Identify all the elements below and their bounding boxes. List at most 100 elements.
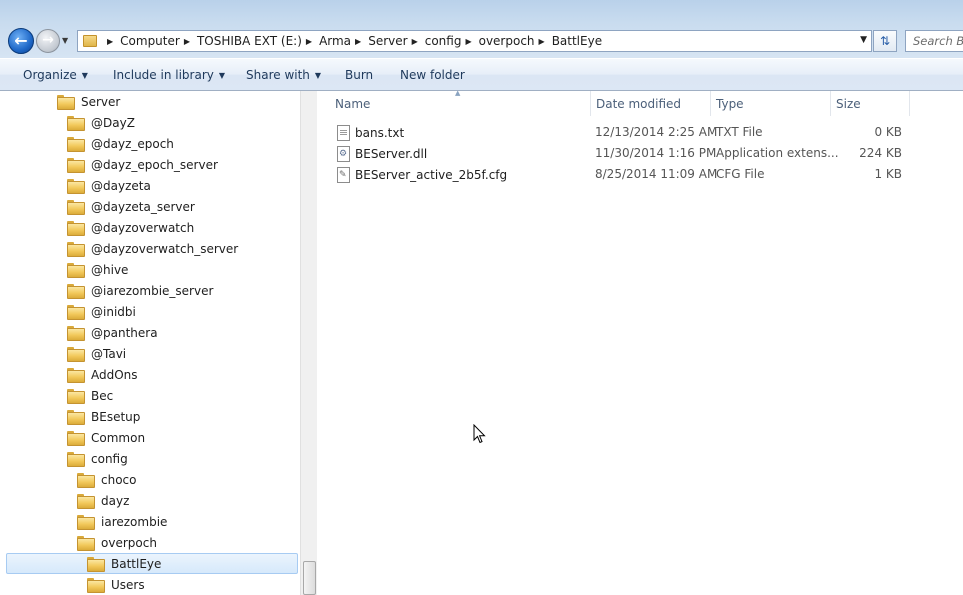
address-history-dropdown[interactable]: ▼	[860, 35, 867, 45]
breadcrumb-label[interactable]: Arma	[319, 34, 351, 48]
column-divider[interactable]	[909, 91, 910, 116]
folder-icon	[67, 389, 85, 404]
file-row[interactable]: BEServer.dll 11/30/2014 1:16 PM Applicat…	[337, 143, 907, 164]
tree-item[interactable]: @iarezombie_server	[67, 280, 213, 301]
tree-item[interactable]: @dayzoverwatch_server	[67, 238, 238, 259]
tree-item[interactable]: AddOns	[67, 364, 138, 385]
breadcrumb-computer[interactable]: ▶ Computer	[103, 31, 180, 51]
breadcrumb-arma[interactable]: ▶ Arma	[302, 31, 351, 51]
tree-item[interactable]: Server	[57, 91, 120, 112]
chevron-right-icon[interactable]: ▶	[412, 37, 418, 46]
back-button[interactable]: ←	[8, 28, 34, 54]
navigation-pane: Server @DayZ @dayz_epoch @dayz_epoch_ser…	[0, 91, 317, 595]
file-size: 0 KB	[874, 125, 902, 139]
tree-item-label: @dayzeta_server	[91, 199, 195, 214]
folder-icon	[67, 305, 85, 320]
column-divider[interactable]	[710, 91, 711, 116]
folder-icon	[67, 431, 85, 446]
new-folder-button[interactable]: New folder	[400, 68, 465, 82]
folder-icon	[87, 578, 105, 593]
search-box[interactable]	[905, 30, 963, 52]
tree-item-label: @dayzoverwatch_server	[91, 241, 239, 256]
forward-button[interactable]: →	[36, 29, 60, 53]
tree-item[interactable]: @Tavi	[67, 343, 126, 364]
tree-item[interactable]: Users	[87, 574, 145, 595]
organize-button[interactable]: Organize ▼	[23, 68, 88, 82]
file-type: Application extens...	[716, 146, 839, 160]
tree-item-selected[interactable]: BattlEye	[6, 553, 298, 574]
tree-item[interactable]: choco	[77, 469, 136, 490]
breadcrumb-label[interactable]: Server	[368, 34, 407, 48]
file-list-pane: ▲ Name Date modified Type Size bans.txt …	[318, 89, 963, 595]
tree-item[interactable]: @dayzoverwatch	[67, 217, 194, 238]
column-header-name[interactable]: Name	[335, 91, 590, 116]
folder-icon	[57, 95, 75, 110]
breadcrumb-label[interactable]: TOSHIBA EXT (E:)	[197, 34, 302, 48]
tree-item[interactable]: overpoch	[77, 532, 157, 553]
address-bar[interactable]: ▶ Computer ▶ TOSHIBA EXT (E:) ▶ Arma ▶ Serve…	[77, 30, 872, 52]
tree-item[interactable]: @dayzeta	[67, 175, 151, 196]
tree-item[interactable]: @inidbi	[67, 301, 136, 322]
file-date: 8/25/2014 11:09 AM	[595, 167, 718, 181]
chevron-right-icon[interactable]: ▶	[539, 37, 545, 46]
share-with-button[interactable]: Share with ▼	[246, 68, 321, 82]
column-header-size[interactable]: Size	[836, 91, 906, 116]
chevron-right-icon[interactable]: ▶	[184, 37, 190, 46]
tree-item[interactable]: Bec	[67, 385, 113, 406]
breadcrumb-label[interactable]: overpoch	[479, 34, 535, 48]
arrow-left-icon: ←	[14, 31, 28, 50]
chevron-right-icon[interactable]: ▶	[107, 37, 113, 46]
column-divider[interactable]	[830, 91, 831, 116]
folder-icon	[67, 452, 85, 467]
file-date: 12/13/2014 2:25 AM	[595, 125, 718, 139]
tree-item[interactable]: @dayz_epoch_server	[67, 154, 218, 175]
column-header-type[interactable]: Type	[716, 91, 830, 116]
file-row[interactable]: bans.txt 12/13/2014 2:25 AM TXT File 0 K…	[337, 122, 907, 143]
breadcrumb-label[interactable]: BattlEye	[552, 34, 602, 48]
tree-item[interactable]: @panthera	[67, 322, 158, 343]
recent-pages-button[interactable]: ▼	[62, 36, 72, 46]
include-in-library-button[interactable]: Include in library ▼	[113, 68, 225, 82]
breadcrumb-drive[interactable]: ▶ TOSHIBA EXT (E:)	[180, 31, 302, 51]
tree-item-label: @dayz_epoch_server	[91, 157, 218, 172]
tree-item-label: overpoch	[101, 535, 157, 550]
scrollbar-thumb[interactable]	[303, 561, 316, 595]
tree-item-label: choco	[101, 472, 137, 487]
tree-item[interactable]: dayz	[77, 490, 129, 511]
tree-item[interactable]: iarezombie	[77, 511, 167, 532]
tree-item[interactable]: @hive	[67, 259, 128, 280]
breadcrumb-battleye[interactable]: ▶ BattlEye	[535, 31, 603, 51]
file-row[interactable]: BEServer_active_2b5f.cfg 8/25/2014 11:09…	[337, 164, 907, 185]
file-date: 11/30/2014 1:16 PM	[595, 146, 717, 160]
tree-item-label: Common	[91, 430, 146, 445]
breadcrumb-config[interactable]: ▶ config	[408, 31, 462, 51]
tree-item-label: @dayzeta	[91, 178, 151, 193]
navigation-scrollbar[interactable]	[300, 91, 317, 595]
folder-icon	[67, 158, 85, 173]
chevron-right-icon[interactable]: ▶	[355, 37, 361, 46]
breadcrumb-label[interactable]: Computer	[120, 34, 180, 48]
breadcrumb-label[interactable]: config	[425, 34, 462, 48]
folder-icon	[77, 536, 95, 551]
search-input[interactable]	[906, 31, 963, 51]
tree-item[interactable]: BEsetup	[67, 406, 140, 427]
column-header-date[interactable]: Date modified	[596, 91, 710, 116]
tree-item-label: BattlEye	[111, 556, 162, 571]
refresh-button[interactable]: ⇅	[873, 30, 897, 52]
breadcrumb-overpoch[interactable]: ▶ overpoch	[461, 31, 534, 51]
folder-icon	[67, 347, 85, 362]
column-divider[interactable]	[590, 91, 591, 116]
tree-item[interactable]: config	[67, 448, 128, 469]
burn-button[interactable]: Burn	[345, 68, 373, 82]
file-type: CFG File	[716, 167, 765, 181]
chevron-right-icon[interactable]: ▶	[306, 37, 312, 46]
tree-item-label: @hive	[91, 262, 129, 277]
breadcrumb-server[interactable]: ▶ Server	[351, 31, 408, 51]
tree-item[interactable]: @DayZ	[67, 112, 135, 133]
tree-item-label: BEsetup	[91, 409, 141, 424]
column-header-label: Name	[335, 96, 371, 111]
tree-item[interactable]: Common	[67, 427, 145, 448]
tree-item[interactable]: @dayzeta_server	[67, 196, 195, 217]
chevron-right-icon[interactable]: ▶	[465, 37, 471, 46]
tree-item[interactable]: @dayz_epoch	[67, 133, 174, 154]
